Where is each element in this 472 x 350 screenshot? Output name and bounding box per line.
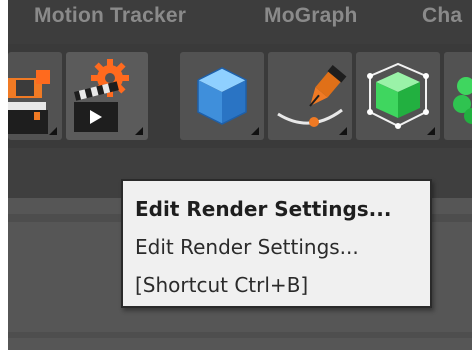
menu-bar: Motion Tracker MoGraph Cha bbox=[8, 0, 472, 44]
tooltip: Edit Render Settings... Edit Render Sett… bbox=[121, 179, 432, 308]
cloner-button[interactable] bbox=[444, 52, 472, 140]
tooltip-title: Edit Render Settings... bbox=[135, 197, 392, 221]
panel-divider bbox=[8, 332, 472, 338]
pen-spline-button[interactable] bbox=[268, 52, 352, 140]
cube-object-button[interactable] bbox=[180, 52, 264, 140]
menu-character[interactable]: Cha bbox=[422, 4, 462, 28]
toolbar bbox=[8, 44, 472, 148]
edit-render-settings-button[interactable] bbox=[66, 52, 148, 140]
subdivision-surface-button[interactable] bbox=[356, 52, 440, 140]
render-region-button[interactable] bbox=[8, 52, 62, 140]
menu-motion-tracker[interactable]: Motion Tracker bbox=[34, 4, 186, 28]
menu-mograph[interactable]: MoGraph bbox=[264, 4, 358, 28]
tooltip-description: Edit Render Settings... bbox=[135, 235, 359, 259]
tooltip-shortcut: [Shortcut Ctrl+B] bbox=[135, 273, 309, 297]
cloner-icon bbox=[453, 77, 472, 124]
app-window: Motion Tracker MoGraph Cha Edit Render S… bbox=[0, 0, 472, 350]
